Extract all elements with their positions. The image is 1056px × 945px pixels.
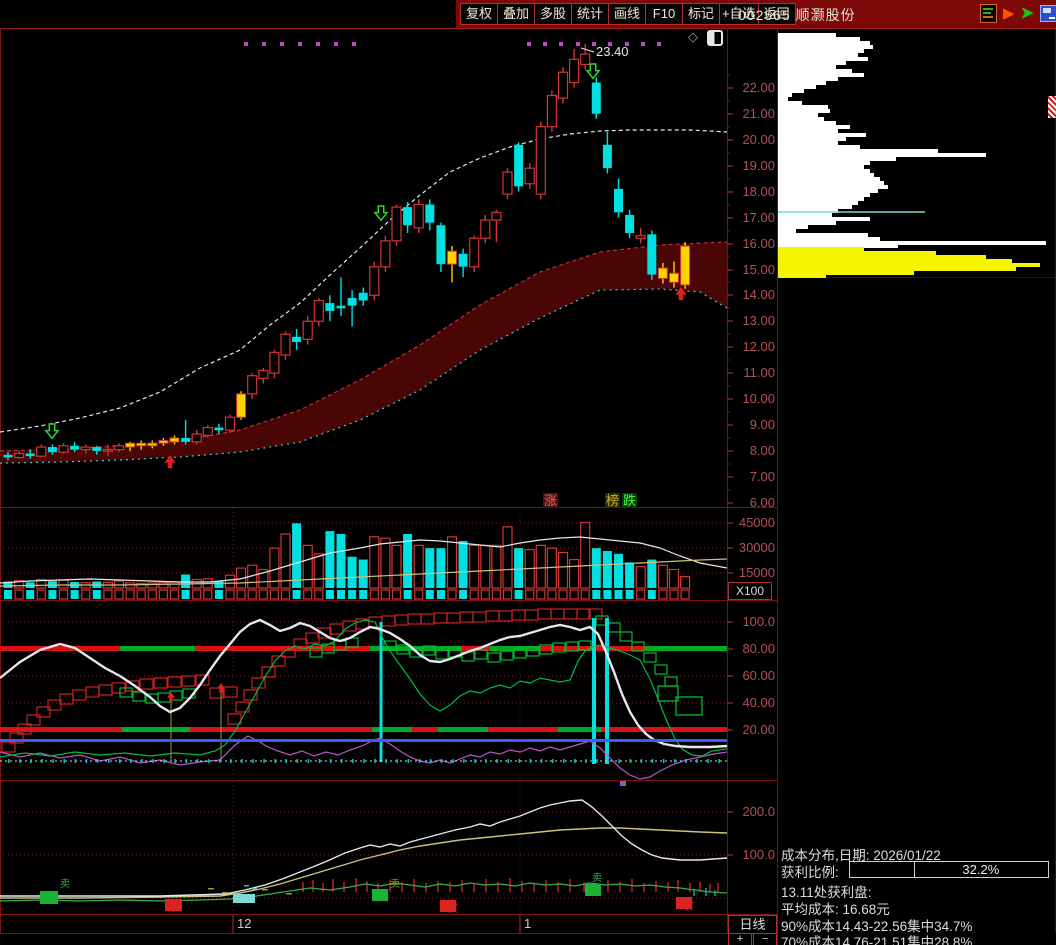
diamond-icon[interactable]: ◇: [688, 29, 698, 45]
orange-arrow-icon[interactable]: ▶: [1003, 5, 1015, 23]
price-axis-label: 6.00: [749, 495, 775, 510]
list-icon[interactable]: [980, 4, 997, 23]
tag-bang[interactable]: 榜: [605, 493, 621, 508]
volume-panel[interactable]: [0, 508, 727, 600]
price-axis-label: 14.00: [742, 287, 775, 302]
indicator1-axis-label: 40.00: [742, 695, 775, 710]
toolbar-button-5[interactable]: 画线: [609, 3, 646, 25]
main-chart-panel[interactable]: [0, 28, 727, 507]
price-axis-label: 10.00: [742, 391, 775, 406]
toolbar-button-4[interactable]: 统计: [572, 3, 609, 25]
profit-ratio-label: 获利比例:: [781, 865, 839, 880]
indicator2-axis-label: 200.0: [742, 804, 775, 819]
indicator2-axis-label: 100.0: [742, 847, 775, 862]
indicator2-panel[interactable]: [0, 781, 727, 914]
time-axis-label: 12: [237, 916, 252, 931]
toolbar-button-1[interactable]: 复权: [460, 3, 498, 25]
price-axis-label: 20.00: [742, 132, 775, 147]
price-axis-label: 16.00: [742, 236, 775, 251]
peak-price-label: 23.40: [596, 44, 629, 59]
tdx-window: 卖买卖买卖买 复权 叠加 多股 统计 画线 F10 标记 +自选 返回 002565 顺灏股份 …: [0, 0, 1056, 945]
toolbar-button-3[interactable]: 多股: [535, 3, 572, 25]
cost-70-line: 70%成本14.76-21.51集中28.8%: [781, 935, 973, 945]
indicator1-axis-label: 100.0: [742, 614, 775, 629]
volume-axis-label: 15000: [738, 565, 775, 580]
price-axis-label: 7.00: [749, 469, 775, 484]
zoom-in-button[interactable]: +: [728, 933, 752, 945]
zoom-out-button[interactable]: −: [753, 933, 777, 945]
price-axis-label: 9.00: [749, 417, 775, 432]
scrollbar-thumb[interactable]: [1048, 96, 1056, 118]
profit-ratio-bar: 32.2%: [849, 861, 1049, 878]
time-axis-label: 1: [524, 916, 532, 931]
indicator1-axis-label: 20.00: [742, 722, 775, 737]
price-axis-label: 21.00: [742, 106, 775, 121]
toolbar-button-7[interactable]: 标记: [683, 3, 720, 25]
split-window-icon[interactable]: [707, 30, 723, 46]
price-axis-label: 19.00: [742, 158, 775, 173]
indicator1-axis-label: 60.00: [742, 668, 775, 683]
price-axis-label: 15.00: [742, 262, 775, 277]
volume-axis-label: 45000: [738, 515, 775, 530]
indicator1-axis-label: 80.00: [742, 641, 775, 656]
price-axis-label: 8.00: [749, 443, 775, 458]
toolbar-background: 复权 叠加 多股 统计 画线 F10 标记 +自选 返回 002565 顺灏股份 ▶ ➤: [456, 0, 1056, 29]
green-arrow-icon[interactable]: ➤: [1021, 5, 1034, 23]
period-selector[interactable]: 日线: [728, 915, 777, 934]
tag-die[interactable]: 跌: [622, 493, 638, 508]
blue-window-icon[interactable]: [1039, 5, 1056, 22]
profit-ratio-value: 32.2%: [962, 862, 1000, 877]
stock-title: 002565 顺灏股份: [738, 7, 856, 23]
cost-distribution-panel[interactable]: [778, 28, 1056, 278]
price-axis-label: 13.00: [742, 313, 775, 328]
price-axis-label: 18.00: [742, 184, 775, 199]
price-axis-label: 11.00: [743, 365, 775, 380]
volume-unit-label: X100: [728, 582, 772, 600]
volume-axis-label: 30000: [738, 540, 775, 555]
price-axis-label: 22.00: [742, 80, 775, 95]
toolbar: 复权 叠加 多股 统计 画线 F10 标记 +自选 返回 002565 顺灏股份 ▶ ➤: [0, 0, 1056, 29]
price-axis-label: 17.00: [742, 210, 775, 225]
price-axis-label: 12.00: [742, 339, 775, 354]
toolbar-button-6[interactable]: F10: [646, 3, 683, 25]
indicator1-panel[interactable]: [0, 601, 727, 780]
toolbar-button-2[interactable]: 叠加: [498, 3, 535, 25]
tag-zhang[interactable]: 涨: [543, 493, 559, 508]
